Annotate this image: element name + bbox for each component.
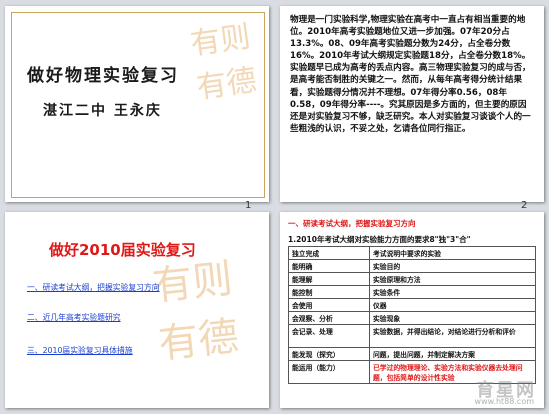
slide-2-thumbnail[interactable]: 物理是一门实验科学,物理实验在高考中一直占有相当重要的地位。2010年高考实验题… bbox=[280, 6, 544, 202]
table-row: 能明确 实验目的 bbox=[288, 259, 536, 273]
table-row: 会观察、分析 实验现象 bbox=[288, 311, 536, 325]
table-cell: 能发现（探究） bbox=[288, 347, 370, 361]
slide-author: 湛江二中 王永庆 bbox=[43, 103, 162, 119]
agenda-link[interactable]: 二、近几年高考实验题研究 bbox=[27, 312, 121, 323]
slide-4-thumbnail[interactable]: 一、研读考试大纲，把握实验复习方向 1.2010年考试大纲对实验能力方面的要求8… bbox=[280, 212, 544, 408]
table-cell: 能控制 bbox=[288, 285, 370, 299]
slide-body-text: 物理是一门实验科学,物理实验在高考中一直占有相当重要的地位。2010年高考实验题… bbox=[290, 15, 531, 134]
table-cell: 实验原理和方法 bbox=[369, 272, 536, 286]
table-row: 能理解 实验原理和方法 bbox=[288, 272, 536, 286]
slide-title: 做好2010届实验复习 bbox=[49, 241, 196, 259]
table-cell: 会使用 bbox=[288, 298, 370, 312]
table-cell: 能明确 bbox=[288, 259, 370, 273]
table-cell: 考试说明中要求的实验 bbox=[369, 246, 536, 260]
table-cell: 会记录、处理 bbox=[288, 324, 370, 348]
table-cell: 能运用（能力） bbox=[288, 360, 370, 384]
table-cell: 仪器 bbox=[369, 298, 536, 312]
table-cell: 能理解 bbox=[288, 272, 370, 286]
table-cell: 实验现象 bbox=[369, 311, 536, 325]
slide-title: 做好物理实验复习 bbox=[27, 66, 179, 86]
slide-number: 2 bbox=[521, 200, 528, 211]
slide-number: 1 bbox=[245, 200, 252, 211]
table-row: 能发现（探究） 问题，提出问题，并制定解决方案 bbox=[288, 347, 536, 361]
agenda-link[interactable]: 三、2010届实验复习具体措施 bbox=[27, 345, 133, 356]
table-row: 会使用 仪器 bbox=[288, 298, 536, 312]
site-watermark-url: www.ht88.com bbox=[474, 397, 534, 406]
slide-3-thumbnail[interactable]: 有则有德 做好2010届实验复习 一、研读考试大纲，把握实验复习方向 二、近几年… bbox=[5, 212, 269, 408]
table-row: 独立完成 考试说明中要求的实验 bbox=[288, 246, 536, 260]
decorative-seal-art: 有则有德 bbox=[150, 255, 241, 368]
decorative-seal-art: 有则有德 bbox=[188, 19, 259, 106]
agenda-link[interactable]: 一、研读考试大纲，把握实验复习方向 bbox=[27, 282, 160, 293]
table-cell: 实验目的 bbox=[369, 259, 536, 273]
slide-subheading: 1.2010年考试大纲对实验能力方面的要求8"独"3"合" bbox=[288, 235, 471, 244]
table-cell: 独立完成 bbox=[288, 246, 370, 260]
slide-heading: 一、研读考试大纲，把握实验复习方向 bbox=[288, 219, 416, 228]
table-row: 会记录、处理 实验数据，并得出结论，对结论进行分析和评价 bbox=[288, 324, 536, 348]
table-cell: 问题，提出问题，并制定解决方案 bbox=[369, 347, 536, 361]
requirements-table: 独立完成 考试说明中要求的实验 能明确 实验目的 能理解 实验原理和方法 能控制 实验条… bbox=[288, 246, 536, 384]
table-cell: 实验条件 bbox=[369, 285, 536, 299]
slide-1-thumbnail[interactable]: 有则有德 做好物理实验复习 湛江二中 王永庆 bbox=[5, 6, 269, 202]
table-cell: 实验数据，并得出结论，对结论进行分析和评价 bbox=[369, 324, 536, 348]
table-cell: 会观察、分析 bbox=[288, 311, 370, 325]
table-row: 能控制 实验条件 bbox=[288, 285, 536, 299]
